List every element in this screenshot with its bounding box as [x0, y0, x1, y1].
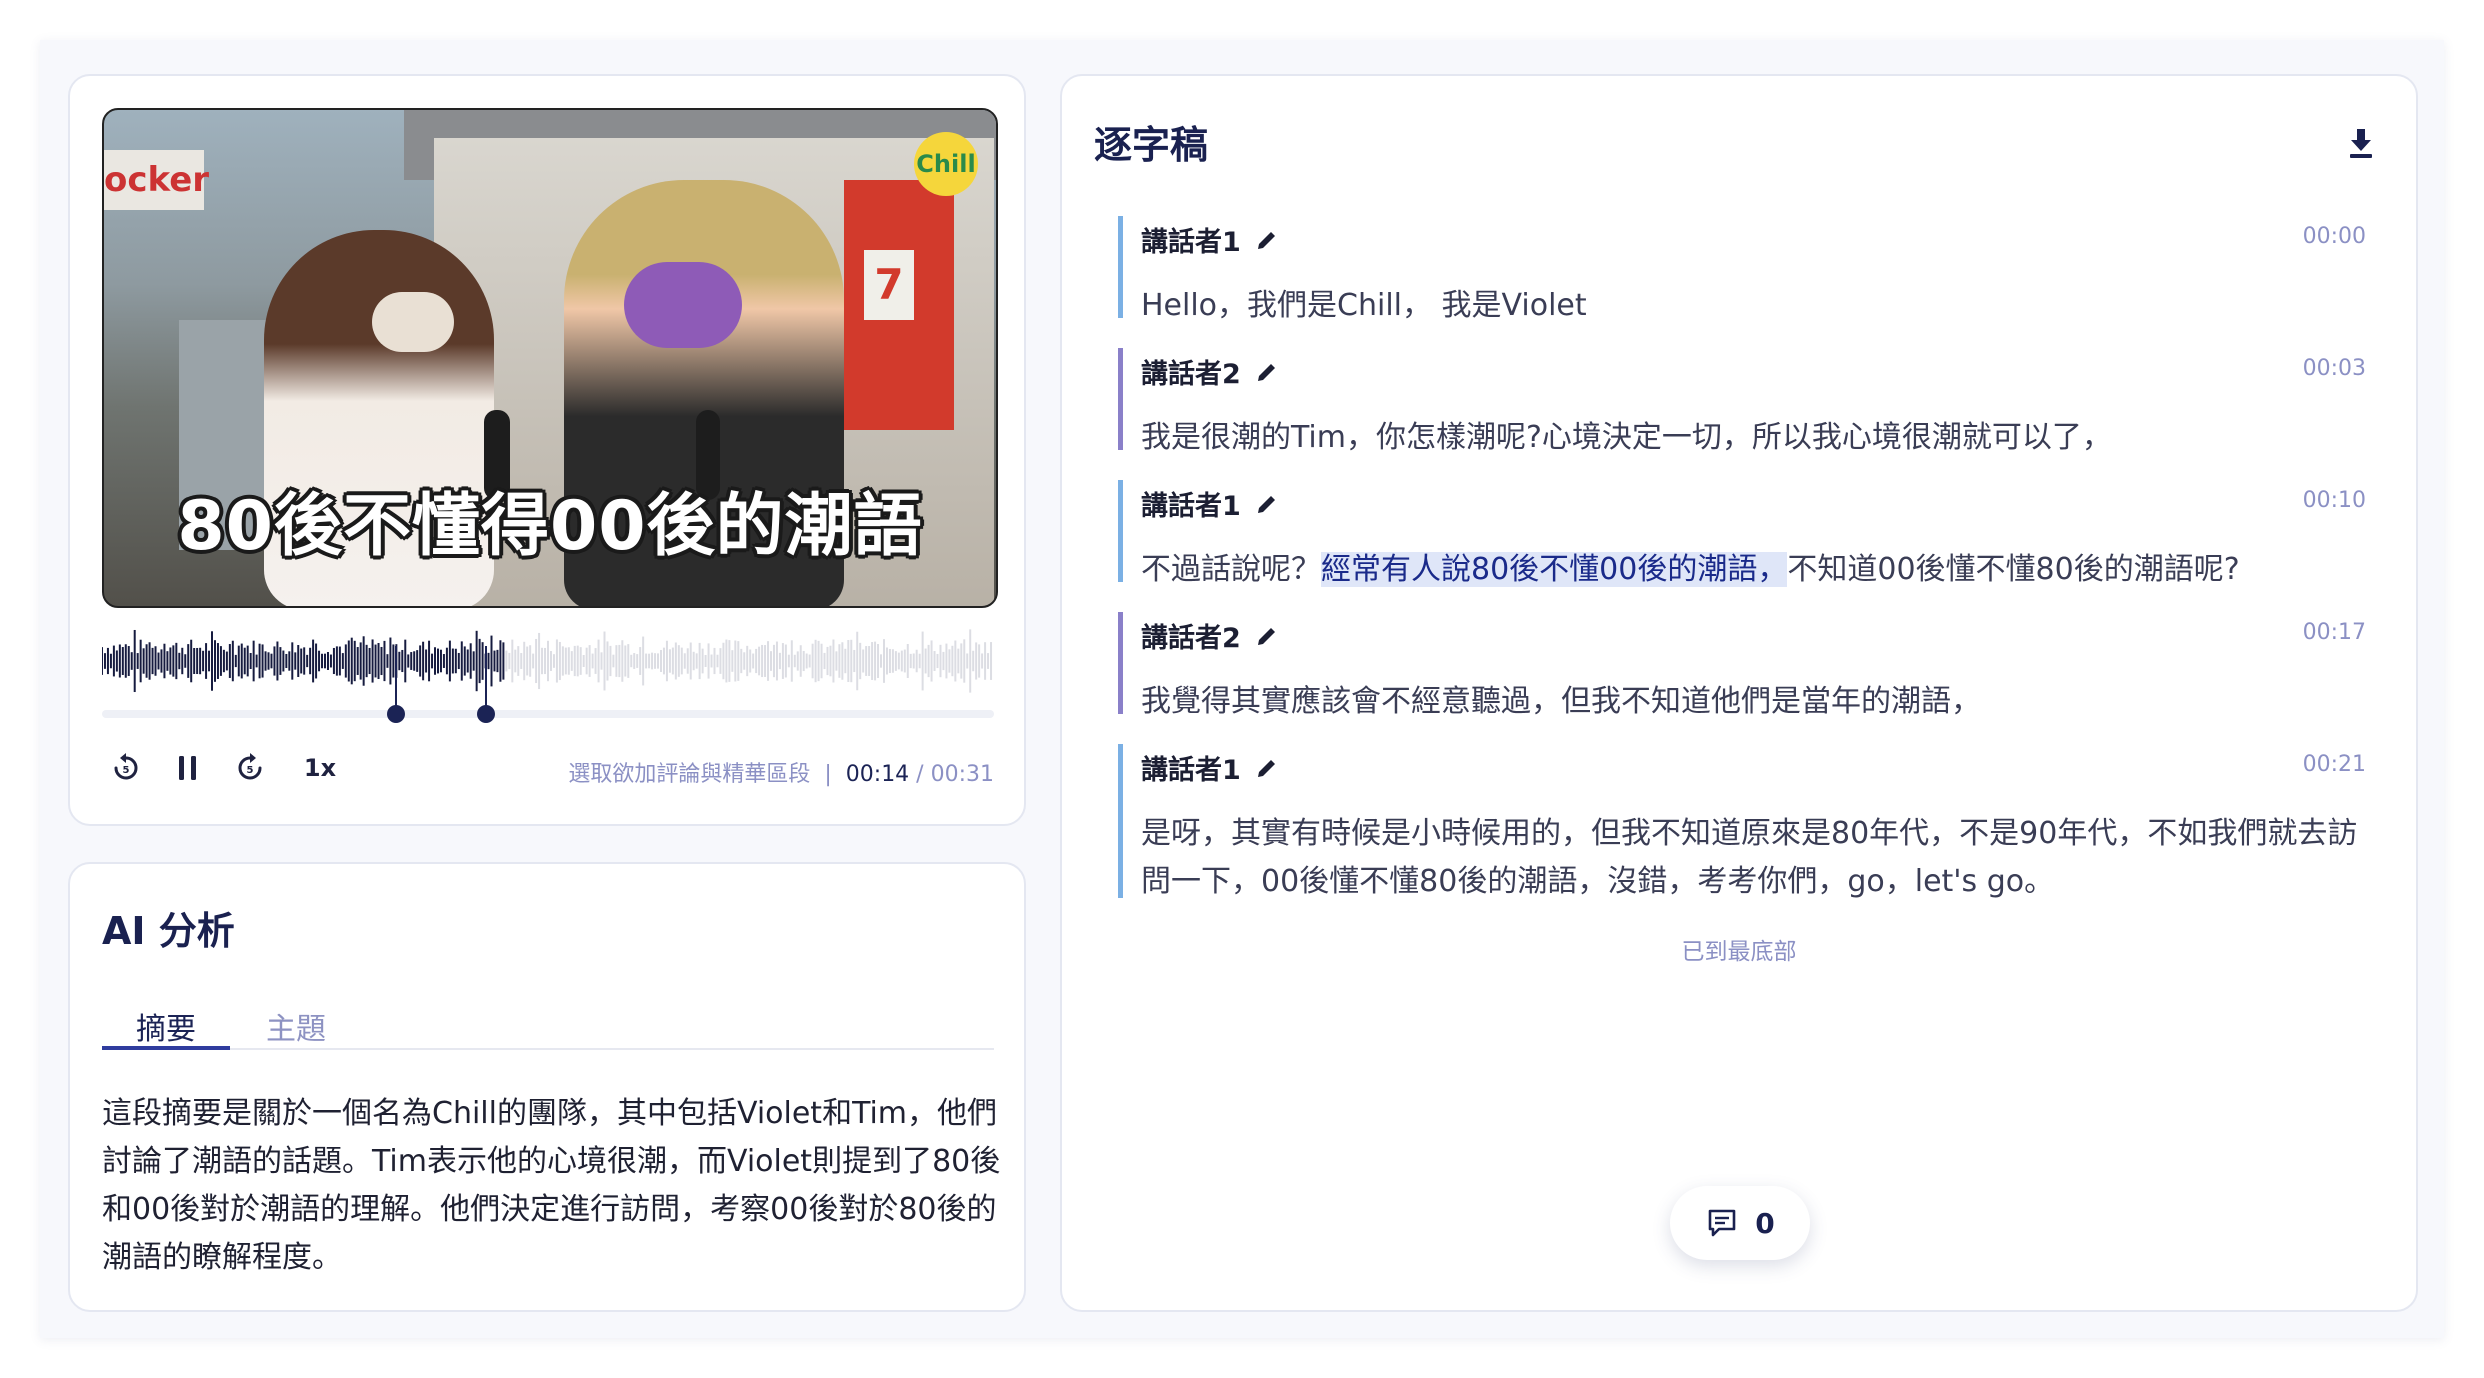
end-of-transcript-note: 已到最底部 [1681, 939, 1797, 965]
edit-pencil-icon[interactable] [1255, 492, 1279, 516]
segment-text[interactable]: 我是很潮的Tim，你怎樣潮呢?心境決定一切，所以我心境很潮就可以了， [1141, 414, 2371, 462]
selection-start-handle[interactable] [387, 705, 406, 723]
playback-controls: 5 5 1x 選取欲加評論與精華區段 | 00:14 / 00:31 [102, 744, 994, 792]
segment-timestamp[interactable]: 00:10 [2303, 488, 2366, 513]
speaker-name: 講話者2 [1141, 359, 1241, 390]
segment-text[interactable]: 不過話說呢？經常有人說80後不懂00後的潮語，不知道00後懂不懂80後的潮語呢? [1141, 546, 2371, 594]
pause-icon [179, 756, 196, 780]
highlighted-text[interactable]: 經常有人說80後不懂00後的潮語， [1321, 552, 1788, 587]
divider: | [824, 762, 832, 787]
current-time: 00:14 [845, 762, 910, 787]
segment-text-before: 不過話說呢？ [1141, 552, 1321, 587]
audio-waveform[interactable] [102, 626, 994, 696]
time-separator: / [909, 762, 931, 787]
transcript-segment[interactable]: 講話者1 00:21 是呀，其實有時候是小時候用的，但我不知道原來是80年代，不… [1118, 744, 2366, 899]
rewind-button[interactable]: 5 [106, 748, 146, 788]
edit-pencil-icon[interactable] [1255, 228, 1279, 252]
segment-timestamp[interactable]: 00:21 [2303, 752, 2366, 777]
transcript-segment[interactable]: 講話者1 00:10 不過話說呢？經常有人說80後不懂00後的潮語，不知道00後… [1118, 480, 2366, 587]
selection-track[interactable] [102, 646, 994, 723]
speaker-label[interactable]: 講話者1 [1141, 748, 1279, 787]
segment-text[interactable]: 我覺得其實應該會不經意聽過，但我不知道他們是當年的潮語， [1141, 678, 2371, 726]
segment-text[interactable]: 是呀，其實有時候是小時候用的，但我不知道原來是80年代，不是90年代，不如我們就… [1141, 810, 2371, 906]
segment-timestamp[interactable]: 00:00 [2303, 224, 2366, 249]
video-player[interactable]: 7 ocker Chill 80後不懂得00後的潮語 [102, 108, 998, 608]
speaker-name: 講話者2 [1141, 623, 1241, 654]
video-caption: 80後不懂得00後的潮語 [177, 487, 923, 566]
speaker-label[interactable]: 講話者2 [1141, 616, 1279, 655]
speaker-label[interactable]: 講話者1 [1141, 484, 1279, 523]
edit-pencil-icon[interactable] [1255, 624, 1279, 648]
comment-icon [1708, 1209, 1736, 1237]
transcript-segment[interactable]: 講話者2 00:03 我是很潮的Tim，你怎樣潮呢?心境決定一切，所以我心境很潮… [1118, 348, 2366, 455]
edit-pencil-icon[interactable] [1255, 360, 1279, 384]
tab-topics[interactable]: 主題 [232, 1004, 360, 1047]
player-card: 7 ocker Chill 80後不懂得00後的潮語 5 5 1x 選取欲加評論… [68, 74, 1026, 826]
selection-hint[interactable]: 選取欲加評論與精華區段 [568, 762, 810, 787]
speaker-name: 講話者1 [1141, 755, 1241, 786]
ai-tabs: 摘要 主題 [102, 1004, 994, 1050]
segment-text[interactable]: Hello，我們是Chill， 我是Violet [1141, 282, 2371, 330]
tab-summary[interactable]: 摘要 [102, 1004, 230, 1050]
speaker-name: 講話者1 [1141, 227, 1241, 258]
ai-summary-text: 這段摘要是關於一個名為Chill的團隊，其中包括Violet和Tim，他們討論了… [102, 1096, 1001, 1275]
forward-button[interactable]: 5 [230, 748, 270, 788]
playback-speed-button[interactable]: 1x [298, 748, 342, 788]
speaker-label[interactable]: 講話者1 [1141, 220, 1279, 259]
segment-text-after: 不知道00後懂不懂80後的潮語呢? [1787, 552, 2240, 587]
transcript-title: 逐字稿 [1094, 123, 1209, 167]
download-icon[interactable] [2346, 126, 2376, 160]
comment-count: 0 [1755, 1206, 1775, 1240]
forward-icon: 5 [238, 753, 262, 780]
svg-text:5: 5 [123, 765, 130, 776]
ai-analysis-card: AI 分析 摘要 主題 這段摘要是關於一個名為Chill的團隊，其中包括Viol… [68, 862, 1026, 1312]
transcript-segment[interactable]: 講話者1 00:00 Hello，我們是Chill， 我是Violet [1118, 216, 2366, 323]
segment-timestamp[interactable]: 00:03 [2303, 356, 2366, 381]
total-time: 00:31 [930, 762, 994, 787]
transcript-card: 逐字稿 講話者1 00:00 Hello，我們是Chill， 我是Violet … [1060, 74, 2418, 1312]
time-readout: 選取欲加評論與精華區段 | 00:14 / 00:31 [568, 756, 994, 788]
svg-text:5: 5 [247, 765, 254, 776]
segment-timestamp[interactable]: 00:17 [2303, 620, 2366, 645]
comments-button[interactable]: 0 [1670, 1186, 1810, 1260]
selection-end-handle[interactable] [476, 705, 495, 723]
pause-button[interactable] [168, 748, 208, 788]
transcript-segment[interactable]: 講話者2 00:17 我覺得其實應該會不經意聽過，但我不知道他們是當年的潮語， [1118, 612, 2366, 719]
replay-icon: 5 [114, 753, 138, 780]
ai-analysis-title: AI 分析 [102, 909, 235, 953]
channel-logo: Chill [914, 132, 978, 196]
speaker-name: 講話者1 [1141, 491, 1241, 522]
edit-pencil-icon[interactable] [1255, 756, 1279, 780]
speaker-label[interactable]: 講話者2 [1141, 352, 1279, 391]
